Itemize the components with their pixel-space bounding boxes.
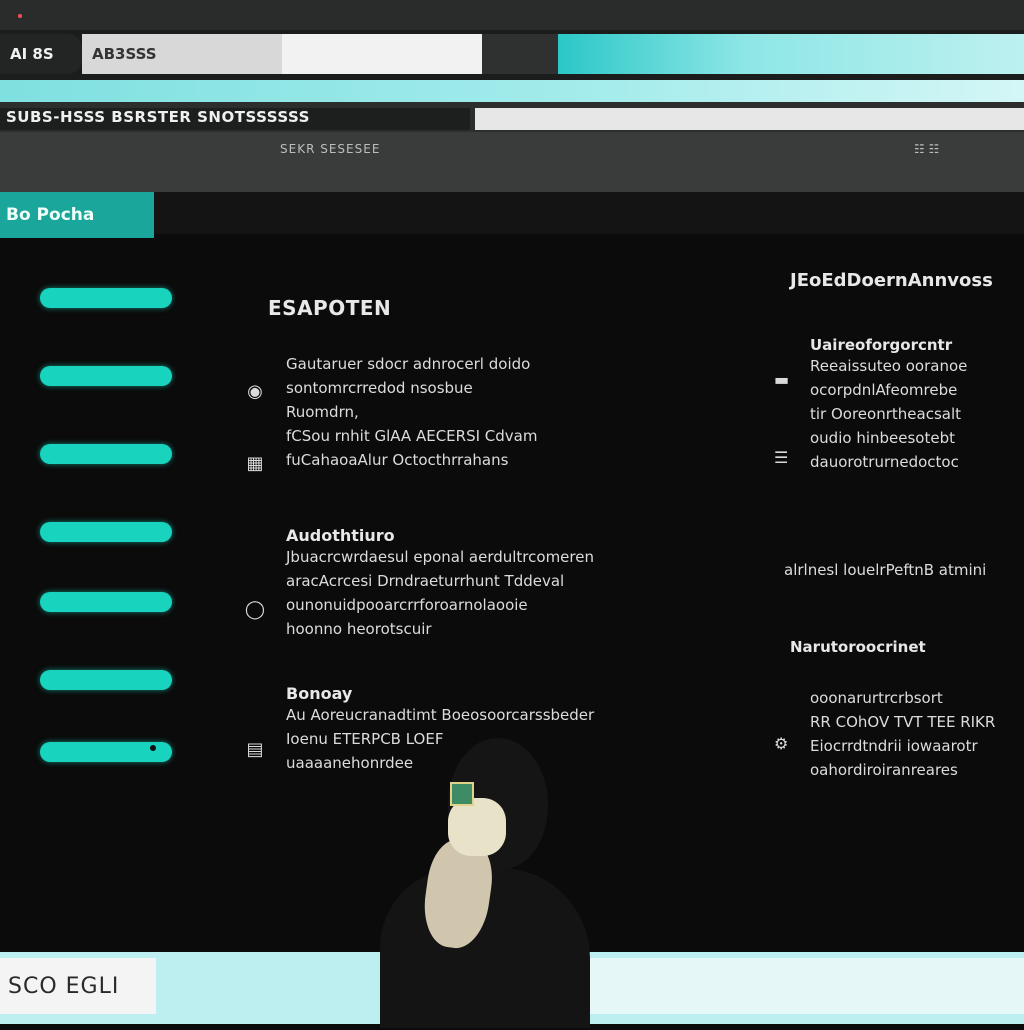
gear-icon[interactable]: ⚙	[774, 734, 788, 753]
tab-2[interactable]: AB3SSS	[82, 34, 282, 74]
toolbar-right-icons[interactable]: ☷ ☷	[914, 142, 939, 156]
list-item: hoonno heorotscuir	[286, 620, 432, 638]
sidebar-item-4[interactable]	[40, 522, 172, 542]
person-face	[448, 798, 506, 856]
list-item: ocorpdnlAfeomrebe	[810, 381, 958, 399]
circle-icon: ◉	[247, 380, 263, 402]
sidebar-item-5[interactable]	[40, 592, 172, 612]
tab-1[interactable]: AI 8S	[0, 34, 82, 74]
content-block-2: ◯ Audothtiuro Jbuacrcwrdaesul eponal aer…	[240, 526, 720, 641]
list-item: Jbuacrcwrdaesul eponal aerdultrcomeren	[286, 548, 594, 566]
main-content: ESAPOTEN ◉ ▦ Gautaruer sdocr adnrocerl d…	[240, 280, 720, 800]
address-bar[interactable]: SUBS-HSSS BSRSTER SNOTSSSSSS	[0, 108, 470, 130]
list-item: Gautaruer sdocr adnrocerl doido	[286, 355, 531, 373]
address-bar-extension[interactable]	[475, 108, 1024, 130]
block-title: Narutoroocrinet	[790, 638, 926, 656]
close-dot-icon[interactable]	[18, 14, 22, 18]
sidebar-item-6[interactable]	[40, 670, 172, 690]
block-title: Audothtiuro	[286, 526, 395, 545]
right-block-3: Narutoroocrinet	[770, 638, 1024, 656]
circle-icon: ◯	[244, 598, 266, 620]
list-item: ounonuidpooarcrrforoarnolaooie	[286, 596, 528, 614]
list-item: aracAcrcesi Drndraeturrhunt Tddeval	[286, 572, 565, 590]
breadcrumb: SEKR SESESEE	[280, 142, 381, 156]
taskbar-left-button[interactable]: SCO EGLI	[0, 958, 156, 1014]
block-title: Bonoay	[286, 684, 353, 703]
grid-icon: ▦	[246, 452, 264, 474]
list-item: Reeaissuteo ooranoe	[810, 357, 968, 375]
right-panel-title: JEoEdDoernAnnvoss	[790, 270, 993, 291]
list-item: alrlnesl louelrPeftnB atmini	[784, 561, 987, 579]
list-item: Au Aoreucranadtimt Boeosoorcarssbeder	[286, 706, 595, 724]
sidebar-item-3[interactable]	[40, 444, 172, 464]
list-item: sontomrcrredod nsosbue	[286, 379, 473, 397]
tab-3[interactable]	[282, 34, 482, 74]
list-item: oahordiroiranreares	[810, 761, 958, 779]
window-titlebar	[0, 0, 1024, 31]
right-block-1: ▬ ☰ Uaireoforgorcntr Reeaissuteo ooranoe…	[770, 336, 1024, 474]
list-item: ooonarurtrcrbsort	[810, 689, 943, 707]
dash-icon: ▬	[774, 370, 790, 389]
toolbar: SEKR SESESEE ☷ ☷	[0, 132, 1024, 192]
page-title: ESAPOTEN	[268, 296, 392, 320]
sidebar-item-1[interactable]	[40, 288, 172, 308]
indicator-icon	[150, 745, 156, 751]
list-item: RR COhOV TVT TEE RIKR	[810, 713, 996, 731]
sidebar	[30, 260, 190, 780]
content-block-1: ◉ ▦ Gautaruer sdocr adnrocerl doido sont…	[240, 352, 720, 474]
right-panel: JEoEdDoernAnnvoss ▬ ☰ Uaireoforgorcntr R…	[770, 270, 1024, 790]
accent-strip	[0, 80, 1024, 102]
list-item: Eiocrrdtndrii iowaarotr	[810, 737, 978, 755]
bars-icon: ☰	[774, 448, 789, 467]
list-item: fuCahaoaAlur Octocthrrahans	[286, 451, 509, 469]
list-item: Ruomdrn,	[286, 403, 359, 421]
list-item: fCSou rnhit GlAA AECERSI Cdvam	[286, 427, 538, 445]
badge-icon	[450, 782, 474, 806]
primary-nav-button[interactable]: Bo Pocha	[0, 192, 154, 238]
stack-icon: ▤	[246, 738, 264, 760]
sidebar-item-2[interactable]	[40, 366, 172, 386]
right-block-4: ⚙ ooonarurtrcrbsort RR COhOV TVT TEE RIK…	[770, 686, 1024, 782]
taskbar-right-area	[582, 958, 1024, 1014]
tab-bar: AI 8S AB3SSS	[0, 30, 1024, 80]
tab-glow-area	[558, 34, 1024, 74]
list-item: dauorotrurnedoctoc	[810, 453, 959, 471]
address-row: SUBS-HSSS BSRSTER SNOTSSSSSS	[0, 102, 1024, 132]
right-block-2: alrlnesl louelrPeftnB atmini	[770, 558, 1024, 582]
list-item: tir Ooreonrtheacsalt	[810, 405, 961, 423]
list-item: oudio hinbeesotebt	[810, 429, 955, 447]
tab-4[interactable]	[482, 34, 558, 74]
person-figure	[340, 730, 600, 1030]
block-title: Uaireoforgorcntr	[810, 336, 953, 354]
sidebar-item-7[interactable]	[40, 742, 172, 762]
